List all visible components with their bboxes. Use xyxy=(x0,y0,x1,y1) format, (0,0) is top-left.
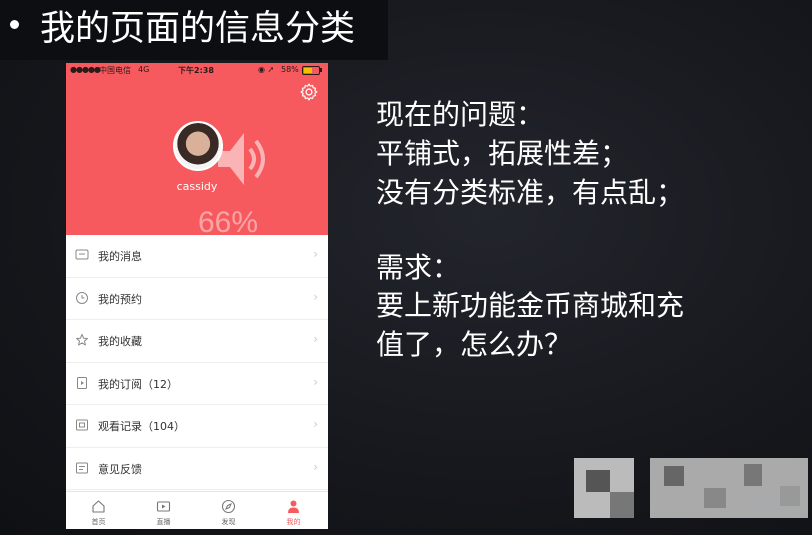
battery-icon xyxy=(302,66,320,75)
need-heading: 需求： xyxy=(376,251,461,284)
tab-me[interactable]: 我的 xyxy=(261,492,326,529)
message-icon xyxy=(75,249,89,260)
menu-item-history[interactable]: 观看记录（104） › xyxy=(66,405,328,448)
live-icon xyxy=(156,501,171,512)
menu-label: 我的订阅（12） xyxy=(98,377,178,391)
tab-label: 我的 xyxy=(286,518,301,526)
chevron-right-icon: › xyxy=(313,459,318,474)
menu-item-appointments[interactable]: 我的预约 › xyxy=(66,278,328,320)
need-line-1: 要上新功能金币商城和充 xyxy=(376,289,685,322)
chevron-right-icon: › xyxy=(313,332,318,346)
menu-item-messages[interactable]: 我的消息 › xyxy=(66,235,328,278)
compass-icon xyxy=(221,499,236,514)
bottom-tab-bar: 首页 直播 发现 我的 xyxy=(66,491,328,529)
clock-icon xyxy=(76,291,88,304)
tab-live[interactable]: 直播 xyxy=(131,492,196,529)
feedback-icon xyxy=(76,462,88,473)
location-icon: ◉ ➚ xyxy=(258,65,275,74)
problem-heading: 现在的问题： xyxy=(376,98,545,131)
phone-screenshot: ●●●●● 中国电信 4G 下午2:38 ◉ ➚ 58% cassidy 66%… xyxy=(66,63,328,529)
home-icon xyxy=(92,500,105,513)
tab-label: 直播 xyxy=(156,518,171,526)
star-icon xyxy=(76,334,88,346)
tab-label: 发现 xyxy=(221,518,236,526)
chevron-right-icon: › xyxy=(313,374,318,389)
menu-item-subscriptions[interactable]: 我的订阅（12） › xyxy=(66,363,328,405)
profile-header: ●●●●● 中国电信 4G 下午2:38 ◉ ➚ 58% cassidy 66% xyxy=(66,63,328,239)
tab-label: 首页 xyxy=(91,518,106,526)
chevron-right-icon: › xyxy=(313,247,318,261)
status-time: 下午2:38 xyxy=(178,66,214,75)
battery-percent: 58% xyxy=(281,65,299,74)
carrier-label: 中国电信 xyxy=(99,66,131,75)
username: cassidy xyxy=(176,180,218,193)
battery-cap xyxy=(320,68,322,72)
menu-item-favorites[interactable]: 我的收藏 › xyxy=(66,320,328,363)
subscription-icon xyxy=(77,376,87,389)
chevron-right-icon: › xyxy=(313,289,318,304)
tab-discover[interactable]: 发现 xyxy=(196,492,261,529)
history-icon xyxy=(76,419,88,431)
menu-list: 我的消息 › 我的预约 › 我的收藏 › 我的订阅（12） › 观看记录（104… xyxy=(66,235,328,490)
status-bar: ●●●●● 中国电信 4G 下午2:38 ◉ ➚ 58% xyxy=(66,63,328,78)
person-icon xyxy=(288,500,299,513)
bullet-point xyxy=(10,20,19,29)
slide-title: 我的页面的信息分类 xyxy=(40,9,356,49)
menu-label: 我的预约 xyxy=(98,292,142,306)
tab-home[interactable]: 首页 xyxy=(66,492,131,529)
battery-fill xyxy=(304,68,313,73)
menu-label: 意见反馈 xyxy=(98,462,142,476)
network-label: 4G xyxy=(138,65,150,74)
pixelated-watermark xyxy=(574,458,808,518)
gear-icon[interactable] xyxy=(299,82,319,102)
menu-label: 我的消息 xyxy=(98,250,142,263)
chevron-right-icon: › xyxy=(313,417,318,431)
problem-line-2: 没有分类标准，有点乱； xyxy=(376,176,685,209)
slide-title-bar: 我的页面的信息分类 xyxy=(0,0,388,60)
problem-line-1: 平铺式，拓展性差； xyxy=(376,137,629,170)
menu-item-feedback[interactable]: 意见反馈 › xyxy=(66,448,328,490)
menu-label: 我的收藏 xyxy=(98,335,142,348)
signal-dots: ●●●●● xyxy=(70,65,101,74)
need-line-2: 值了，怎么办？ xyxy=(376,328,573,361)
menu-label: 观看记录（104） xyxy=(98,420,185,433)
